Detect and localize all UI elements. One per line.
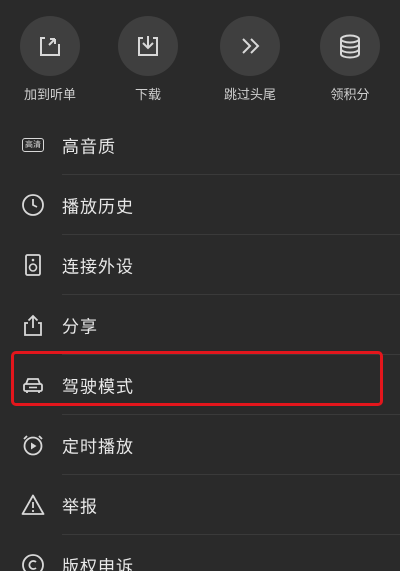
earn-points-button[interactable]: 领积分 [300, 16, 400, 110]
clock-icon [20, 192, 46, 218]
menu-item-label: 播放历史 [62, 197, 134, 218]
speaker-icon [20, 252, 46, 278]
menu-item-connect-device[interactable]: 连接外设 [0, 235, 400, 295]
car-icon [20, 372, 46, 398]
menu-item-label: 高音质 [62, 137, 116, 158]
skip-intro-outro-button[interactable]: 跳过头尾 [200, 16, 300, 110]
menu-item-share[interactable]: 分享 [0, 295, 400, 355]
menu-item-play-history[interactable]: 播放历史 [0, 175, 400, 235]
add-to-list-button[interactable]: 加到听单 [0, 16, 100, 110]
coins-icon [340, 34, 360, 59]
add-to-list-icon [40, 37, 60, 56]
more-options-sheet: 加到听单 下载 跳过头尾 领积分 高清 高音质 播放历史 连接外设 分享 驾驶模… [0, 0, 400, 571]
menu-item-label: 定时播放 [62, 437, 134, 458]
add-to-list-label: 加到听单 [23, 88, 76, 103]
menu-item-label: 版权申诉 [62, 557, 134, 571]
options-list: 高清 高音质 播放历史 连接外设 分享 驾驶模式 定时播放 举报 版权申诉 [0, 115, 400, 571]
menu-item-driving-mode[interactable]: 驾驶模式 [0, 355, 400, 415]
menu-item-label: 分享 [62, 317, 98, 338]
menu-item-label: 举报 [62, 497, 98, 518]
alarm-play-icon [20, 432, 46, 458]
copyright-icon [20, 552, 46, 571]
hq-badge-text: 高清 [22, 138, 44, 152]
earn-points-circle [320, 16, 380, 76]
menu-item-high-quality[interactable]: 高清 高音质 [0, 115, 400, 175]
skip-intro-outro-icon [242, 38, 260, 54]
menu-item-report[interactable]: 举报 [0, 475, 400, 535]
menu-item-copyright-appeal[interactable]: 版权申诉 [0, 535, 400, 571]
hq-badge-icon: 高清 [20, 132, 46, 158]
earn-points-label: 领积分 [330, 88, 370, 103]
menu-item-timer-play[interactable]: 定时播放 [0, 415, 400, 475]
skip-intro-outro-label: 跳过头尾 [223, 88, 276, 103]
quick-actions-row: 加到听单 下载 跳过头尾 领积分 [0, 0, 400, 110]
menu-item-label: 连接外设 [62, 257, 134, 278]
menu-item-label: 驾驶模式 [62, 377, 134, 398]
warning-icon [20, 492, 46, 518]
skip-intro-outro-circle [220, 16, 280, 76]
download-icon [138, 36, 158, 56]
download-circle [118, 16, 178, 76]
download-button[interactable]: 下载 [98, 16, 198, 110]
share-icon [20, 312, 46, 338]
download-label: 下载 [134, 88, 161, 103]
add-to-list-circle [20, 16, 80, 76]
